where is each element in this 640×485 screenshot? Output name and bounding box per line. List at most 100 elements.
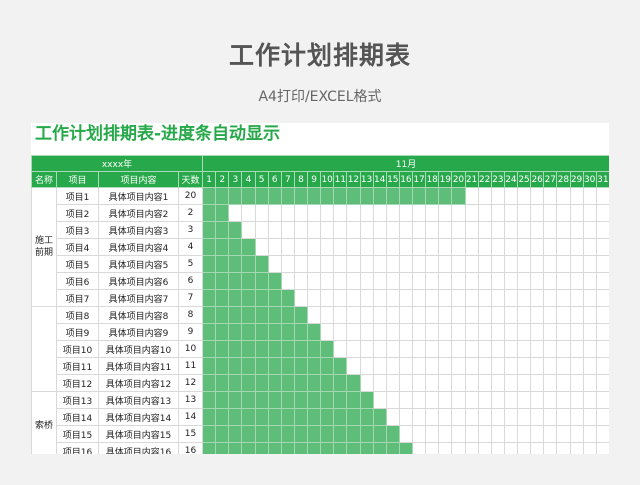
progress-cell xyxy=(346,408,361,426)
header-row-columns: 名称 项目 项目内容 天数 1 2 3 4 5 6 7 8 9 10 11 12 13 14 15 16 17 1… xyxy=(31,171,609,188)
day-cell xyxy=(503,408,519,426)
progress-cell xyxy=(346,442,361,454)
progress-cell xyxy=(280,187,295,205)
day-cell xyxy=(516,255,532,273)
day-cell xyxy=(556,187,571,205)
progress-cell xyxy=(438,187,453,205)
progress-cell xyxy=(228,323,243,341)
progress-cell xyxy=(241,323,256,341)
day-cell xyxy=(477,391,492,409)
day-cell xyxy=(530,255,545,273)
progress-cell xyxy=(254,323,269,341)
day-cell xyxy=(503,187,519,205)
item-cell: 项目2 xyxy=(56,204,99,222)
schedule-sheet: 工作计划排期表-进度条自动显示 xxxx年 11月 名称 项目 项目内容 天数 … xyxy=(31,123,609,454)
item-cell: 项目5 xyxy=(56,255,99,273)
day-header-cell: 31 xyxy=(595,171,609,188)
day-cell xyxy=(372,272,387,290)
table-row: 项目5 具体项目内容5 5 xyxy=(32,255,609,273)
day-cell xyxy=(530,391,545,409)
content-cell: 具体项目内容15 xyxy=(98,425,179,443)
progress-cell xyxy=(201,340,217,358)
item-cell: 项目10 xyxy=(56,340,99,358)
day-cell xyxy=(438,391,453,409)
progress-cell xyxy=(215,425,230,443)
day-cell xyxy=(385,255,400,273)
day-cell xyxy=(425,306,440,324)
progress-cell xyxy=(228,306,243,324)
page-title: 工作计划排期表 xyxy=(228,41,411,70)
day-cell xyxy=(477,272,492,290)
day-cell xyxy=(595,425,609,443)
content-cell: 具体项目内容9 xyxy=(98,323,179,341)
day-cell xyxy=(438,289,453,307)
day-cell xyxy=(385,204,400,222)
progress-cell xyxy=(201,187,217,205)
day-cell xyxy=(451,204,466,222)
day-cell xyxy=(490,289,505,307)
day-cell xyxy=(530,272,545,290)
progress-cell xyxy=(359,391,374,409)
progress-cell xyxy=(333,357,348,375)
day-cell xyxy=(543,204,558,222)
progress-cell xyxy=(320,425,335,443)
category-cell xyxy=(31,306,57,392)
progress-cell xyxy=(346,425,361,443)
progress-cell xyxy=(267,187,282,205)
progress-cell xyxy=(267,391,282,409)
day-cell xyxy=(267,255,282,273)
progress-cell xyxy=(241,272,256,290)
progress-cell xyxy=(280,306,295,324)
day-cell xyxy=(569,323,584,341)
day-cell xyxy=(398,221,414,239)
content-cell: 具体项目内容1 xyxy=(98,187,179,205)
day-cell xyxy=(280,204,295,222)
progress-cell xyxy=(306,323,322,341)
day-cell xyxy=(359,357,374,375)
days-cell: 5 xyxy=(178,255,203,273)
progress-cell xyxy=(228,221,243,239)
day-cell xyxy=(411,374,427,392)
day-cell xyxy=(543,272,558,290)
days-cell: 16 xyxy=(178,442,203,454)
progress-cell xyxy=(398,442,414,454)
progress-cell xyxy=(372,408,387,426)
progress-cell xyxy=(306,425,322,443)
day-cell xyxy=(490,357,505,375)
day-cell xyxy=(595,204,609,222)
day-cell xyxy=(306,221,322,239)
day-cell xyxy=(359,289,374,307)
progress-cell xyxy=(333,442,348,454)
days-cell: 6 xyxy=(178,272,203,290)
progress-cell xyxy=(346,374,361,392)
day-cell xyxy=(359,306,374,324)
day-cell xyxy=(385,272,400,290)
progress-cell xyxy=(215,238,230,256)
progress-cell xyxy=(320,187,335,205)
progress-cell xyxy=(267,340,282,358)
day-cell xyxy=(595,255,609,273)
day-cell xyxy=(280,255,295,273)
day-cell xyxy=(503,221,519,239)
day-cell xyxy=(346,289,361,307)
day-cell xyxy=(320,204,335,222)
day-cell xyxy=(503,425,519,443)
progress-cell xyxy=(306,187,322,205)
progress-cell xyxy=(241,442,256,454)
day-cell xyxy=(398,340,414,358)
day-cell xyxy=(333,255,348,273)
progress-cell xyxy=(228,357,243,375)
day-cell xyxy=(280,272,295,290)
day-cell xyxy=(385,238,400,256)
day-cell xyxy=(293,204,309,222)
day-cell xyxy=(530,221,545,239)
day-cell xyxy=(582,204,597,222)
progress-cell xyxy=(241,391,256,409)
day-cell xyxy=(438,323,453,341)
progress-cell xyxy=(215,306,230,324)
day-cell xyxy=(425,340,440,358)
day-cell xyxy=(451,408,466,426)
day-cell xyxy=(516,408,532,426)
item-cell: 项目11 xyxy=(56,357,99,375)
progress-cell xyxy=(241,306,256,324)
